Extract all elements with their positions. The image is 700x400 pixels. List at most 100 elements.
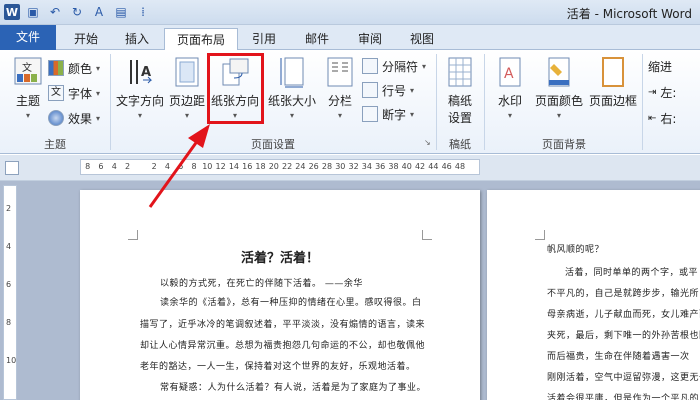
fonts-label: 字体 — [68, 86, 93, 101]
columns-icon — [325, 56, 355, 88]
tab-file[interactable]: 文件 — [0, 25, 56, 50]
margin-corner-mark — [535, 230, 545, 240]
page-color-icon — [544, 56, 574, 88]
margin-corner-mark — [422, 230, 432, 240]
manuscript-settings-button[interactable]: 稿纸 设置 — [440, 54, 480, 132]
ruler-tick: 32 — [348, 162, 359, 171]
chevron-down-icon: ▾ — [337, 111, 342, 120]
document-line: 刚刚活着，空气中逗留弥漫，这更无一 — [547, 373, 700, 383]
text-direction-label: 文字方向 — [115, 94, 164, 108]
breaks-button[interactable]: 分隔符 ▾ — [362, 56, 426, 76]
print-preview-icon[interactable]: ▤ — [112, 3, 130, 21]
vertical-ruler[interactable]: 2 4 6 8 10 — [3, 185, 17, 400]
undo-icon[interactable]: ↶ — [46, 3, 64, 21]
tab-mailings[interactable]: 邮件 — [292, 28, 342, 50]
page-setup-group-label: 页面设置 — [251, 138, 295, 151]
ruler-tick: 46 — [441, 162, 452, 171]
ruler-tick: 16 — [242, 162, 253, 171]
tab-page-layout[interactable]: 页面布局 — [164, 28, 238, 51]
save-icon[interactable]: ▣ — [24, 3, 42, 21]
ruler-tick: 40 — [401, 162, 412, 171]
columns-label: 分栏 — [327, 94, 352, 108]
chevron-down-icon: ▾ — [96, 113, 101, 123]
ruler-tick: 22 — [282, 162, 293, 171]
horizontal-ruler[interactable]: 8 6 4 2 2 4 6 8 10 12 14 16 18 20 22 24 26 28 30 32 34 36 38 40… — [80, 159, 480, 175]
indent-left-field[interactable]: ⇥ 左: — [648, 82, 676, 102]
chevron-down-icon: ▾ — [96, 63, 101, 73]
quick-access-toolbar: W ▣ ↶ ↻ A ▤ ⁞ — [4, 3, 152, 21]
line-numbers-button[interactable]: 行号 ▾ — [362, 80, 414, 100]
tab-review[interactable]: 审阅 — [345, 28, 395, 50]
colors-label: 颜色 — [68, 61, 93, 76]
ruler-tick: 36 — [375, 162, 386, 171]
margins-button[interactable]: 页边距 ▾ — [166, 54, 208, 132]
ruler-tick: 34 — [361, 162, 372, 171]
tab-view[interactable]: 视图 — [398, 28, 446, 50]
ruler-tick: 10 — [6, 356, 17, 365]
effects-button[interactable]: 效果 ▾ — [48, 108, 100, 128]
effects-icon — [48, 110, 64, 126]
word-logo-icon: W — [4, 4, 20, 20]
colors-icon — [48, 60, 64, 76]
group-divider — [642, 54, 643, 150]
fonts-button[interactable]: 文 字体 ▾ — [48, 83, 100, 103]
chevron-down-icon: ▾ — [556, 111, 561, 120]
tab-selector-icon[interactable] — [5, 161, 19, 175]
dialog-launcher-icon[interactable]: ↘ — [424, 138, 431, 147]
tab-references[interactable]: 引用 — [240, 28, 288, 50]
manuscript-grid-icon — [445, 56, 475, 88]
indent-left-label: 左: — [660, 85, 677, 100]
ruler-tick: 12 — [215, 162, 226, 171]
format-painter-icon[interactable]: A — [90, 3, 108, 21]
line-numbers-label: 行号 — [382, 83, 407, 98]
colors-button[interactable]: 颜色 ▾ — [48, 58, 100, 78]
size-button[interactable]: 纸张大小 ▾ — [266, 54, 318, 132]
tab-insert[interactable]: 插入 — [112, 28, 162, 50]
tab-home[interactable]: 开始 — [60, 28, 112, 50]
document-page-1[interactable]: 活着？活着！ 以毅的方式死，在死亡的伴随下活着。 ——余华 读余华的《活着》，总… — [80, 190, 480, 400]
size-label: 纸张大小 — [267, 94, 316, 108]
text-direction-button[interactable]: A 文字方向 ▾ — [114, 54, 166, 132]
columns-button[interactable]: 分栏 ▾ — [320, 54, 360, 132]
svg-text:文: 文 — [22, 61, 32, 74]
document-line: 活着，同时单单的两个字，或平 — [565, 268, 699, 278]
page-color-button[interactable]: 页面颜色 ▾ — [532, 54, 586, 132]
redo-icon[interactable]: ↻ — [68, 3, 86, 21]
hyphenation-label: 断字 — [382, 107, 407, 122]
chevron-down-icon: ▾ — [410, 109, 415, 119]
hyphenation-button[interactable]: 断字 ▾ — [362, 104, 414, 124]
ruler-tick: 48 — [454, 162, 466, 171]
document-line: 以毅的方式死，在死亡的伴随下活着。 ——余华 — [160, 279, 363, 289]
ruler-tick: 10 — [202, 162, 213, 171]
ruler-tick: 4 — [164, 162, 170, 171]
chevron-down-icon: ▾ — [289, 111, 294, 120]
ruler-tick: 6 — [178, 162, 184, 171]
customize-qat-icon[interactable]: ⁞ — [134, 3, 152, 21]
page-background-group-label: 页面背景 — [542, 138, 586, 151]
document-line: 读余华的《活着》，总有一种压抑的情绪在心里。感叹得很。白 — [160, 298, 422, 308]
themes-button[interactable]: 文 主题 ▾ — [2, 54, 54, 132]
ruler-tick: 26 — [308, 162, 319, 171]
ruler-tick: 38 — [388, 162, 399, 171]
svg-text:A: A — [141, 65, 151, 80]
watermark-label: 水印 — [497, 94, 522, 108]
document-line: 常有疑惑：人为什么活着？有人说，活着是为了家庭为了事业。 — [160, 383, 427, 393]
ruler-tick: 2 — [151, 162, 157, 171]
ruler-tick: 24 — [295, 162, 306, 171]
watermark-button[interactable]: A 水印 ▾ — [488, 54, 532, 132]
chevron-down-icon: ▾ — [96, 88, 101, 98]
page-borders-button[interactable]: 页面边框 — [586, 54, 640, 132]
svg-text:A: A — [504, 66, 514, 82]
document-page-2[interactable]: 帆风顺的呢？ 活着，同时单单的两个字，或平 不平凡的，自己是就跨步步，输光所 母… — [487, 190, 700, 400]
ruler-tick: 4 — [111, 162, 117, 171]
manuscript-settings-label-2: 设置 — [447, 111, 472, 125]
ruler-tick: 18 — [255, 162, 266, 171]
indent-group-label: 缩进 — [648, 60, 673, 74]
ruler-tick: 14 — [228, 162, 239, 171]
document-line: 夹死，最后，剩下唯一的外孙苦根也因吃 — [547, 331, 700, 341]
document-line: 老年的豁达，一人一生，保持着对这个世界的友好，乐观地活着。 — [140, 362, 416, 372]
ribbon-page-layout: 文 主题 ▾ 颜色 ▾ 文 字体 ▾ 效果 ▾ 主题 A 文字方向 ▾ 页边距 ▾ 纸… — [0, 50, 700, 154]
theme-group-label: 主题 — [44, 138, 66, 151]
indent-right-field[interactable]: ⇤ 右: — [648, 108, 676, 128]
document-line: 却让人心情异常沉重。总想为福贵抱怨几句命运的不公，却也敬佩他 — [140, 341, 426, 351]
